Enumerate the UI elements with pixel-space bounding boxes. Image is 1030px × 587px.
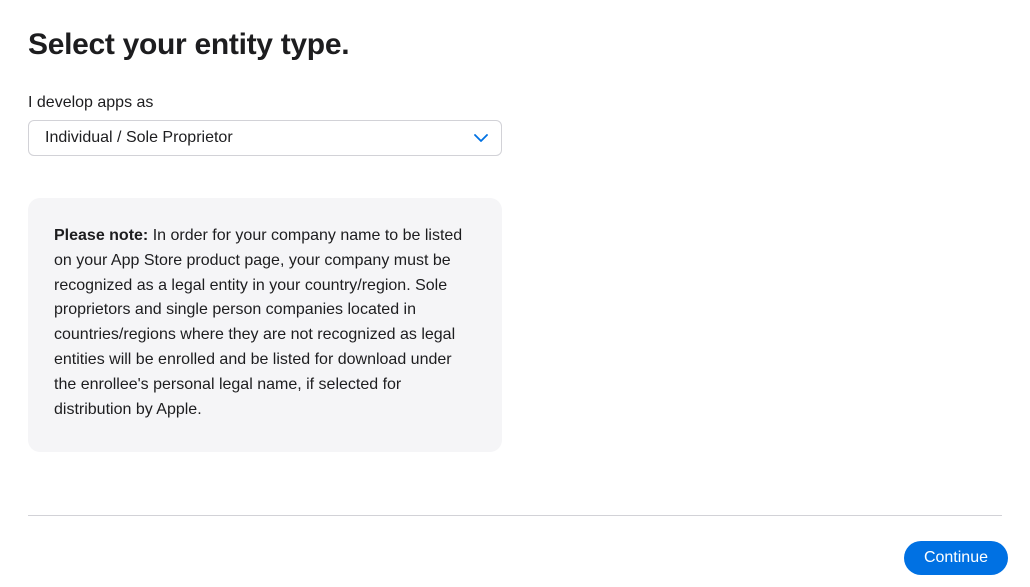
continue-button[interactable]: Continue — [904, 541, 1008, 575]
note-text: In order for your company name to be lis… — [54, 227, 462, 418]
page-title: Select your entity type. — [28, 28, 1002, 62]
note-label: Please note: — [54, 227, 148, 244]
entity-type-select-wrapper: Individual / Sole Proprietor — [28, 120, 502, 156]
entity-type-select[interactable]: Individual / Sole Proprietor — [28, 120, 502, 156]
entity-type-label: I develop apps as — [28, 94, 1002, 112]
note-box: Please note: In order for your company n… — [28, 198, 502, 452]
divider — [28, 515, 1002, 516]
